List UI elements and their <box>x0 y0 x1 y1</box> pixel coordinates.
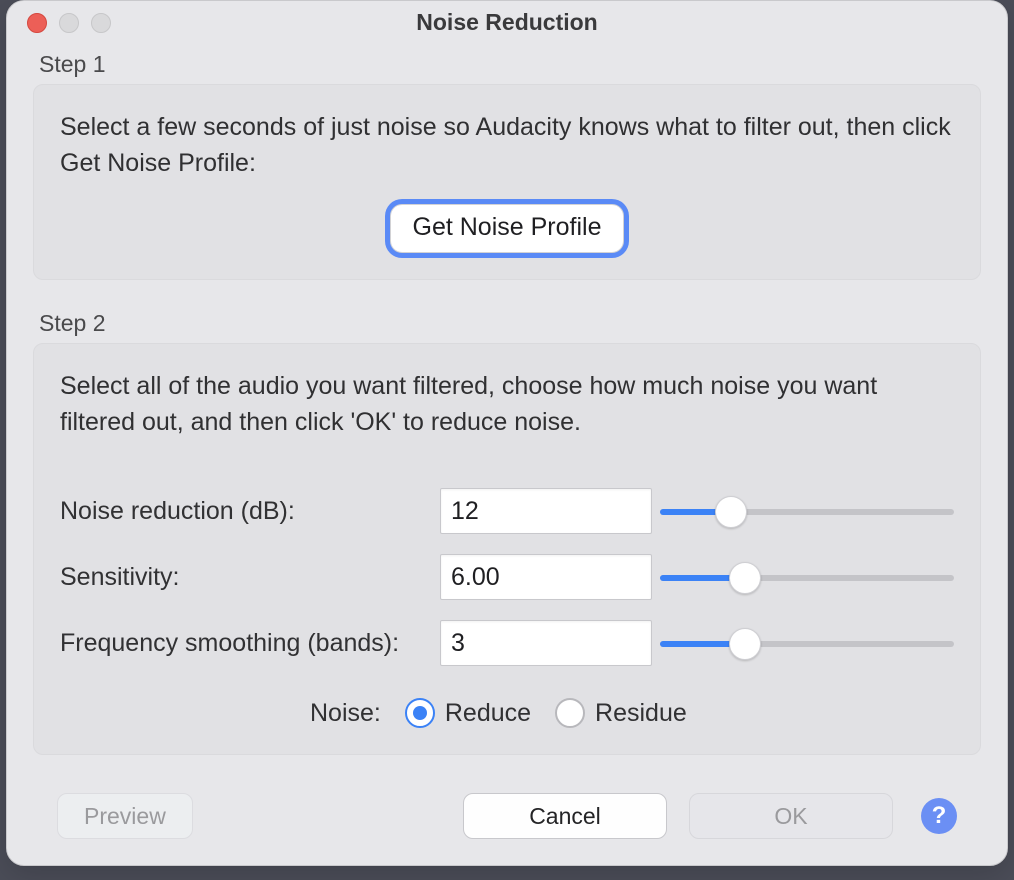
ok-button[interactable]: OK <box>689 793 893 839</box>
dialog-footer: Preview Cancel OK ? <box>33 793 981 865</box>
step2-label: Step 2 <box>39 310 981 337</box>
step2-section: Select all of the audio you want filtere… <box>33 343 981 756</box>
noise-reduction-input[interactable] <box>440 488 652 534</box>
slider-thumb[interactable] <box>729 628 761 660</box>
noise-mode-reduce-label: Reduce <box>445 699 531 728</box>
cancel-button[interactable]: Cancel <box>463 793 667 839</box>
window-traffic-lights <box>27 13 111 33</box>
slider-thumb[interactable] <box>715 496 747 528</box>
step1-section: Select a few seconds of just noise so Au… <box>33 84 981 280</box>
sensitivity-slider[interactable] <box>660 568 954 586</box>
step1-label: Step 1 <box>39 51 981 78</box>
close-icon[interactable] <box>27 13 47 33</box>
noise-reduction-row: Noise reduction (dB): <box>60 478 954 544</box>
step2-controls: Noise reduction (dB): Sensitivity: <box>60 478 954 728</box>
noise-reduction-label: Noise reduction (dB): <box>60 497 420 526</box>
noise-mode-label: Noise: <box>310 699 381 728</box>
freq-smoothing-slider[interactable] <box>660 634 954 652</box>
freq-smoothing-input[interactable] <box>440 620 652 666</box>
minimize-icon <box>59 13 79 33</box>
noise-mode-row: Noise: Reduce Residue <box>310 698 954 728</box>
help-icon[interactable]: ? <box>921 798 957 834</box>
sensitivity-input[interactable] <box>440 554 652 600</box>
radio-icon <box>555 698 585 728</box>
sensitivity-label: Sensitivity: <box>60 563 420 592</box>
step1-description: Select a few seconds of just noise so Au… <box>60 109 954 182</box>
slider-thumb[interactable] <box>729 562 761 594</box>
noise-mode-residue[interactable]: Residue <box>555 698 687 728</box>
zoom-icon <box>91 13 111 33</box>
radio-icon <box>405 698 435 728</box>
noise-mode-reduce[interactable]: Reduce <box>405 698 531 728</box>
freq-smoothing-label: Frequency smoothing (bands): <box>60 629 420 658</box>
sensitivity-row: Sensitivity: <box>60 544 954 610</box>
noise-reduction-dialog: Noise Reduction Step 1 Select a few seco… <box>6 0 1008 866</box>
freq-smoothing-row: Frequency smoothing (bands): <box>60 610 954 676</box>
dialog-title: Noise Reduction <box>416 9 597 36</box>
preview-button[interactable]: Preview <box>57 793 193 839</box>
step2-description: Select all of the audio you want filtere… <box>60 368 954 441</box>
get-noise-profile-button[interactable]: Get Noise Profile <box>390 204 625 253</box>
noise-reduction-slider[interactable] <box>660 502 954 520</box>
titlebar: Noise Reduction <box>7 1 1007 43</box>
dialog-content: Step 1 Select a few seconds of just nois… <box>7 43 1007 865</box>
noise-mode-residue-label: Residue <box>595 699 687 728</box>
